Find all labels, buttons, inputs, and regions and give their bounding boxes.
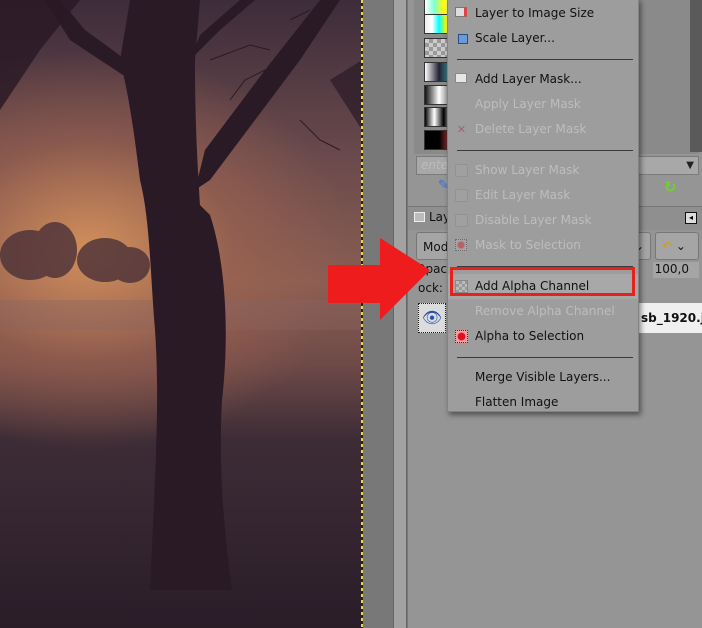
chevron-down-icon: ⌄ — [675, 239, 686, 253]
layers-icon — [414, 212, 425, 222]
menu-item-label: Add Layer Mask... — [475, 72, 582, 86]
alpha-to-selection-icon — [455, 330, 468, 343]
highlight-box — [450, 267, 635, 296]
menu-item-label: Layer to Image Size — [475, 6, 595, 20]
menu-item-show-layer-mask[interactable]: Show Layer Mask — [448, 158, 638, 183]
menu-item-mask-to-selection[interactable]: Mask to Selection — [448, 233, 638, 258]
scrollbar[interactable] — [690, 0, 702, 152]
lock-label: ock: — [418, 281, 443, 295]
checkbox-icon — [455, 189, 468, 202]
panel-menu-icon[interactable]: ◂ — [685, 212, 697, 224]
layer-name[interactable]: sb_1920.jp — [637, 303, 702, 333]
menu-item-label: Remove Alpha Channel — [475, 304, 615, 318]
scale-layer-icon — [455, 32, 468, 45]
composite-mode-button[interactable]: ↶ ⌄ — [655, 232, 699, 260]
menu-item-label: Edit Layer Mask — [475, 188, 571, 202]
menu-separator — [457, 59, 633, 60]
menu-item-layer-to-image-size[interactable]: Layer to Image Size — [448, 1, 638, 26]
opacity-spinner[interactable]: 100,0 — [653, 262, 699, 278]
menu-item-scale-layer[interactable]: Scale Layer... — [448, 26, 638, 51]
layer-context-menu: Layer to Image Size Scale Layer... Add Lay… — [447, 0, 639, 412]
mask-to-selection-icon — [455, 239, 468, 252]
checkbox-icon — [455, 214, 468, 227]
menu-item-label: Delete Layer Mask — [475, 122, 587, 136]
image-canvas[interactable] — [0, 0, 362, 628]
delete-x-icon: ✕ — [456, 123, 467, 136]
menu-item-disable-layer-mask[interactable]: Disable Layer Mask — [448, 208, 638, 233]
menu-separator — [457, 150, 633, 151]
menu-item-label: Flatten Image — [475, 395, 559, 409]
menu-item-label: Show Layer Mask — [475, 163, 580, 177]
menu-item-merge-visible-layers[interactable]: Merge Visible Layers... — [448, 365, 638, 390]
menu-item-label: Disable Layer Mask — [475, 213, 592, 227]
photo-tree-silhouette — [0, 0, 362, 590]
menu-item-add-layer-mask[interactable]: Add Layer Mask... — [448, 67, 638, 92]
menu-item-label: Apply Layer Mask — [475, 97, 581, 111]
menu-item-remove-alpha-channel[interactable]: Remove Alpha Channel — [448, 299, 638, 324]
menu-item-apply-layer-mask[interactable]: Apply Layer Mask — [448, 92, 638, 117]
menu-item-alpha-to-selection[interactable]: Alpha to Selection — [448, 324, 638, 349]
menu-item-label: Merge Visible Layers... — [475, 370, 611, 384]
refresh-icon[interactable]: ↻ — [664, 178, 677, 196]
menu-item-label: Scale Layer... — [475, 31, 555, 45]
menu-separator — [457, 357, 633, 358]
undo-arrow-icon: ↶ — [662, 239, 673, 253]
menu-item-flatten-image[interactable]: Flatten Image — [448, 390, 638, 415]
menu-item-label: Alpha to Selection — [475, 329, 585, 343]
layer-to-image-size-icon — [455, 7, 468, 20]
chevron-down-icon[interactable]: ▼ — [686, 157, 694, 174]
menu-item-edit-layer-mask[interactable]: Edit Layer Mask — [448, 183, 638, 208]
menu-item-delete-layer-mask[interactable]: ✕ Delete Layer Mask — [448, 117, 638, 142]
add-layer-mask-icon — [455, 73, 468, 86]
tab-layers[interactable]: Lay — [414, 210, 450, 224]
red-arrow-annotation — [328, 238, 430, 320]
menu-item-label: Mask to Selection — [475, 238, 581, 252]
checkbox-icon — [455, 164, 468, 177]
